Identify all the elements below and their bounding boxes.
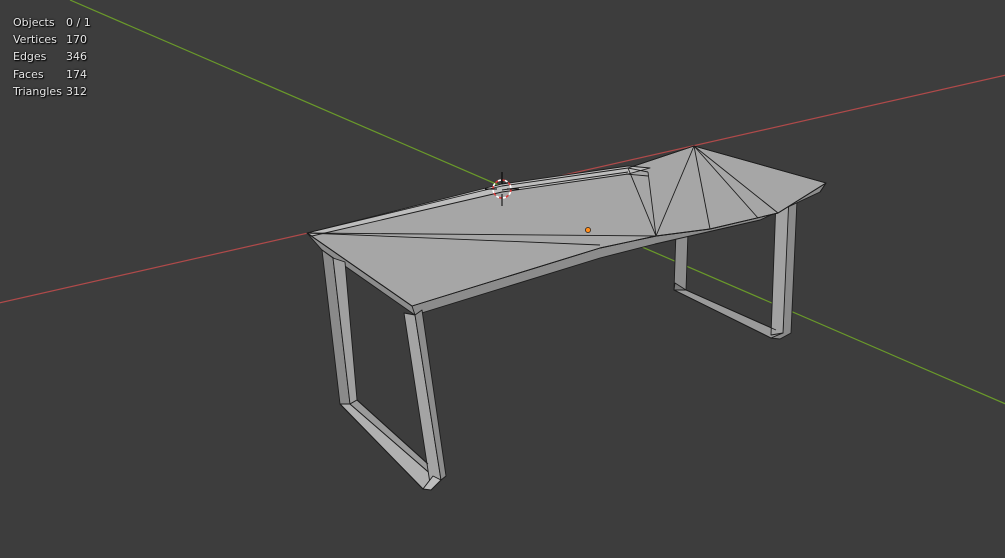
stat-objects: Objects 0 / 1 xyxy=(13,14,91,31)
stat-objects-value: 0 / 1 xyxy=(66,16,91,29)
stat-triangles-label: Triangles xyxy=(13,84,62,98)
stat-triangles-value: 312 xyxy=(66,84,87,98)
stat-vertices-label: Vertices xyxy=(13,33,57,47)
stat-objects-label: Objects xyxy=(13,16,55,29)
statistics-overlay: Objects 0 / 1 Vertices 170 Edges 346 Fac… xyxy=(13,14,91,100)
desk-top xyxy=(306,145,827,316)
stat-triangles: Triangles 312 xyxy=(13,83,91,100)
stat-faces-value: 174 xyxy=(66,67,87,81)
stat-vertices-value: 170 xyxy=(66,33,87,47)
stat-edges-value: 346 xyxy=(66,50,87,64)
stat-vertices: Vertices 170 xyxy=(13,31,91,48)
stat-faces-label: Faces xyxy=(13,67,44,81)
3d-viewport[interactable]: Objects 0 / 1 Vertices 170 Edges 346 Fac… xyxy=(0,0,1005,558)
stat-edges-label: Edges xyxy=(13,50,47,64)
stat-faces: Faces 174 xyxy=(13,66,91,83)
stat-edges: Edges 346 xyxy=(13,48,91,65)
object-origin-dot[interactable] xyxy=(585,227,591,233)
desk-mesh[interactable] xyxy=(306,145,827,491)
viewport-scene[interactable] xyxy=(0,0,1005,558)
